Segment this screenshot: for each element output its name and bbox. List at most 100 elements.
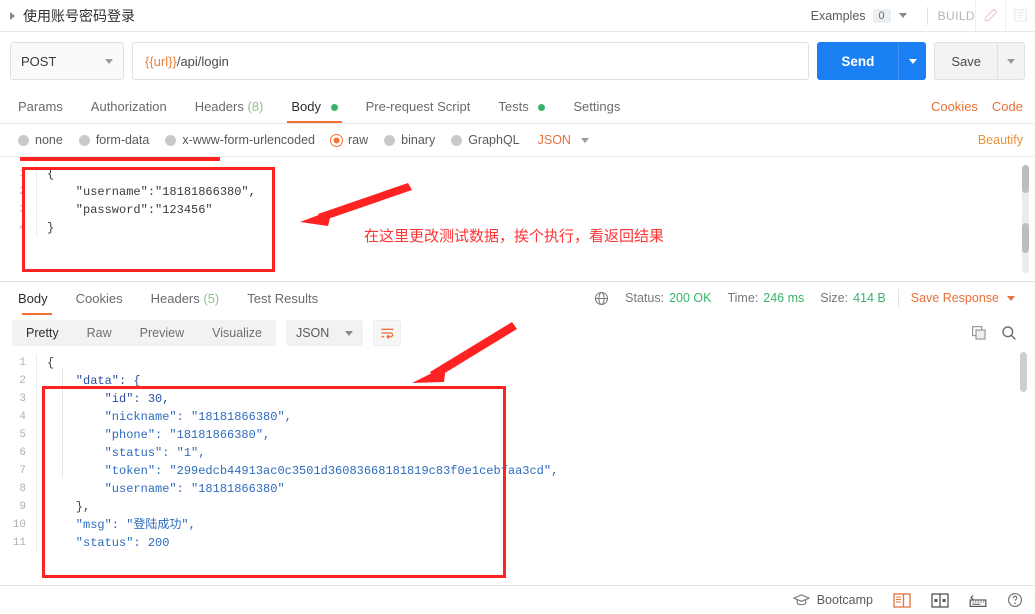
code-line: 1 { <box>0 165 1035 183</box>
cookies-link[interactable]: Cookies <box>931 99 978 114</box>
tab-settings[interactable]: Settings <box>559 90 634 123</box>
response-view-toolbar: Pretty Raw Preview Visualize JSON <box>0 314 1035 352</box>
response-tab-test-results[interactable]: Test Results <box>233 282 332 315</box>
code-line: 3 "id": 30, <box>0 390 1035 408</box>
request-editor-scrollbar[interactable] <box>1022 165 1029 273</box>
body-type-label: form-data <box>95 133 150 147</box>
request-name[interactable]: 使用账号密码登录 <box>23 6 135 26</box>
examples-chevron-down-icon[interactable] <box>898 13 907 18</box>
save-button[interactable]: Save <box>934 42 997 80</box>
line-number: 10 <box>12 519 26 531</box>
view-tab-pretty[interactable]: Pretty <box>12 320 73 346</box>
url-input[interactable]: {{url}}/api/login <box>132 42 810 80</box>
line-number: 7 <box>19 465 26 477</box>
radio-icon <box>384 134 396 146</box>
code-line: 7 "token": "299edcb44913ac0c3501d3608366… <box>0 462 1035 480</box>
tab-pre-request-script[interactable]: Pre-request Script <box>352 90 485 123</box>
response-editor-scrollbar[interactable] <box>1020 352 1027 432</box>
view-tab-preview[interactable]: Preview <box>126 320 198 346</box>
save-response-chevron-down-icon[interactable] <box>1007 295 1015 301</box>
code-line: 11 "status": 200 <box>0 534 1035 552</box>
wrap-lines-button[interactable] <box>373 320 402 346</box>
examples-count-badge: 0 <box>872 8 891 23</box>
tab-label: Headers <box>194 99 244 114</box>
send-options-chevron-down-icon[interactable] <box>898 42 927 80</box>
body-type-x-www-form-urlencoded[interactable]: x-www-form-urlencoded <box>165 133 315 147</box>
line-number: 4 <box>19 411 26 423</box>
response-tab-cookies[interactable]: Cookies <box>62 282 137 315</box>
body-type-label: raw <box>348 133 369 147</box>
response-tab-headers[interactable]: Headers (5) <box>137 282 234 315</box>
tab-headers[interactable]: Headers (8) <box>181 90 278 123</box>
examples-label[interactable]: Examples <box>811 9 866 23</box>
radio-icon <box>165 134 177 146</box>
line-number: 11 <box>12 537 26 549</box>
pencil-icon[interactable] <box>975 0 1005 31</box>
code-line: 1 { <box>0 354 1035 372</box>
search-icon[interactable] <box>1001 325 1017 341</box>
body-type-label: none <box>35 133 63 147</box>
http-method-select[interactable]: POST <box>10 42 124 80</box>
line-number: 2 <box>19 375 26 387</box>
radio-icon <box>78 134 90 146</box>
headers-count-badge: (8) <box>247 99 264 114</box>
build-label[interactable]: BUILD <box>938 9 975 23</box>
two-pane-layout-icon[interactable] <box>893 592 911 608</box>
request-tabs: Params Authorization Headers (8) Body Pr… <box>0 90 1035 123</box>
tab-label: Tests <box>498 99 529 114</box>
code-line: 5 "phone": "18181866380", <box>0 426 1035 444</box>
body-type-raw[interactable]: raw <box>331 133 368 147</box>
headers-count-badge: (5) <box>203 290 220 306</box>
code-line: 10 "msg": "登陆成功", <box>0 516 1035 534</box>
response-body-viewer[interactable]: 1 { 2 "data": { 3 "id": 30, 4 "nickname"… <box>0 352 1035 552</box>
copy-icon[interactable] <box>971 325 987 341</box>
line-number: 8 <box>19 483 26 495</box>
split-pane-icon[interactable] <box>931 592 949 608</box>
collapse-caret-icon[interactable] <box>10 11 15 20</box>
http-method-value: POST <box>21 53 57 69</box>
code-line: 2 "username":"18181866380", <box>0 183 1035 201</box>
tab-tests[interactable]: Tests <box>484 90 559 123</box>
code-line: 8 "username": "18181866380" <box>0 480 1035 498</box>
tab-authorization[interactable]: Authorization <box>77 90 181 123</box>
tab-body[interactable]: Body <box>277 90 351 123</box>
request-body-editor[interactable]: 1 { 2 "username":"18181866380", 3 "passw… <box>0 156 1035 281</box>
postman-app: 使用账号密码登录 Examples 0 BUILD POST {{url}}/a… <box>0 0 1035 614</box>
send-button[interactable]: Send <box>817 42 899 80</box>
body-type-graphql[interactable]: GraphQL <box>451 133 520 147</box>
line-code: "password":"123456" <box>36 201 1035 219</box>
line-code: "data": { <box>36 372 1035 390</box>
url-path: /api/login <box>176 53 229 69</box>
body-type-none[interactable]: none <box>18 133 63 147</box>
view-tab-raw[interactable]: Raw <box>73 320 126 346</box>
tab-label: Test Results <box>247 290 319 306</box>
response-format-chevron-down-icon <box>345 330 354 336</box>
bootcamp-button[interactable]: Bootcamp <box>792 593 873 607</box>
view-tab-visualize[interactable]: Visualize <box>198 320 276 346</box>
response-format-select[interactable]: JSON <box>285 320 364 346</box>
console-icon[interactable] <box>969 593 987 608</box>
radio-selected-icon <box>331 134 342 146</box>
line-code: "msg": "登陆成功", <box>36 516 1035 534</box>
help-icon[interactable] <box>1007 592 1023 608</box>
body-type-form-data[interactable]: form-data <box>78 133 150 147</box>
tab-label: Cookies <box>75 290 123 306</box>
line-number: 5 <box>19 429 26 441</box>
tab-params[interactable]: Params <box>12 90 77 123</box>
line-code: "status": 200 <box>36 534 1035 552</box>
line-code: "status": "1", <box>36 444 1035 462</box>
line-code: { <box>36 354 1035 372</box>
line-code: }, <box>36 498 1035 516</box>
beautify-button[interactable]: Beautify <box>978 133 1023 147</box>
body-type-binary[interactable]: binary <box>384 133 435 147</box>
body-format-chevron-down-icon[interactable] <box>580 137 589 143</box>
documentation-icon[interactable] <box>1005 0 1035 31</box>
code-link[interactable]: Code <box>992 99 1023 114</box>
body-format-select[interactable]: JSON <box>538 133 571 147</box>
body-type-row: none form-data x-www-form-urlencoded raw… <box>0 124 1035 156</box>
save-response-button[interactable]: Save Response <box>911 291 999 305</box>
save-options-chevron-down-icon[interactable] <box>997 42 1025 80</box>
line-number: 6 <box>19 447 26 459</box>
status-value: 200 OK <box>669 291 712 305</box>
response-tab-body[interactable]: Body <box>12 282 62 315</box>
